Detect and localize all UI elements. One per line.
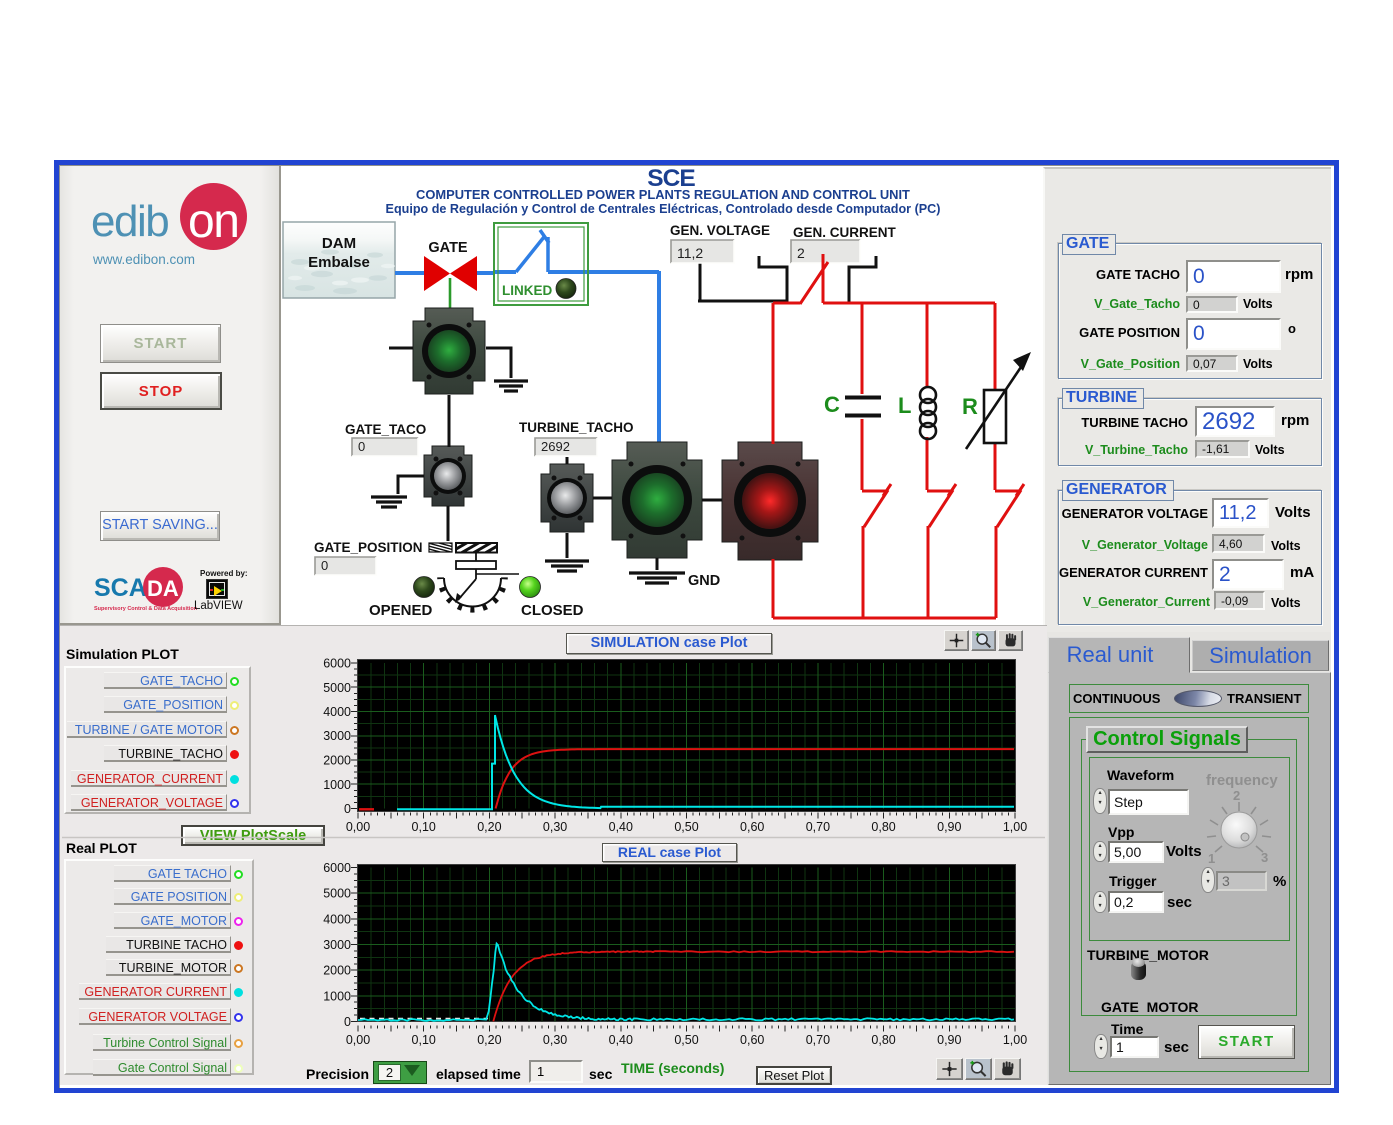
svg-text:0,30: 0,30 [543, 820, 567, 834]
svg-text:0,10: 0,10 [412, 1033, 436, 1047]
svg-text:5000: 5000 [323, 681, 351, 695]
svg-text:LINKED: LINKED [502, 283, 553, 298]
svg-text:0,60: 0,60 [740, 1033, 764, 1047]
svg-text:6000: 6000 [323, 861, 351, 875]
svg-text:11,2: 11,2 [677, 245, 703, 261]
svg-text:GND: GND [688, 573, 720, 589]
svg-text:Embalse: Embalse [308, 254, 370, 271]
svg-text:0,80: 0,80 [871, 1033, 895, 1047]
svg-text:2692: 2692 [541, 439, 570, 454]
svg-text:0: 0 [344, 802, 351, 816]
svg-text:2000: 2000 [323, 964, 351, 978]
svg-text:DAM: DAM [322, 235, 356, 252]
svg-text:0,50: 0,50 [674, 1033, 698, 1047]
svg-text:GEN. VOLTAGE: GEN. VOLTAGE [670, 223, 770, 238]
svg-text:4000: 4000 [323, 705, 351, 719]
svg-text:GATE_TACO: GATE_TACO [345, 422, 426, 437]
svg-text:0,10: 0,10 [412, 820, 436, 834]
svg-text:0,60: 0,60 [740, 820, 764, 834]
svg-text:Equipo de Regulación y Control: Equipo de Regulación y Control de Centra… [386, 202, 941, 216]
svg-text:R: R [962, 394, 978, 419]
svg-text:4000: 4000 [323, 912, 351, 926]
svg-text:0,70: 0,70 [806, 1033, 830, 1047]
svg-text:0,20: 0,20 [477, 1033, 501, 1047]
svg-text:1000: 1000 [323, 778, 351, 792]
svg-text:0,70: 0,70 [806, 820, 830, 834]
svg-text:2: 2 [797, 245, 805, 261]
svg-text:0,00: 0,00 [346, 1033, 370, 1047]
svg-text:L: L [898, 393, 911, 418]
svg-text:3000: 3000 [323, 938, 351, 952]
svg-text:CLOSED: CLOSED [521, 602, 584, 619]
svg-text:0,40: 0,40 [609, 820, 633, 834]
svg-text:6000: 6000 [323, 657, 351, 671]
svg-text:1000: 1000 [323, 989, 351, 1003]
svg-text:0: 0 [344, 1015, 351, 1029]
svg-text:TURBINE_TACHO: TURBINE_TACHO [519, 420, 634, 435]
svg-text:0,40: 0,40 [609, 1033, 633, 1047]
svg-text:1,00: 1,00 [1003, 820, 1027, 834]
svg-text:OPENED: OPENED [369, 602, 433, 619]
svg-text:GATE_POSITION: GATE_POSITION [314, 540, 423, 555]
svg-text:5000: 5000 [323, 887, 351, 901]
svg-text:GEN. CURRENT: GEN. CURRENT [793, 225, 897, 240]
svg-text:2000: 2000 [323, 754, 351, 768]
svg-text:0,30: 0,30 [543, 1033, 567, 1047]
svg-text:3000: 3000 [323, 729, 351, 743]
svg-text:0,50: 0,50 [674, 820, 698, 834]
svg-text:0,80: 0,80 [871, 820, 895, 834]
svg-text:0,90: 0,90 [937, 1033, 961, 1047]
svg-text:GATE: GATE [428, 240, 468, 256]
svg-text:0,90: 0,90 [937, 820, 961, 834]
svg-text:0,00: 0,00 [346, 820, 370, 834]
svg-text:0,20: 0,20 [477, 820, 501, 834]
svg-text:0: 0 [321, 558, 328, 573]
svg-text:1,00: 1,00 [1003, 1033, 1027, 1047]
svg-text:COMPUTER CONTROLLED POWER PLAN: COMPUTER CONTROLLED POWER PLANTS REGULAT… [416, 187, 910, 202]
svg-text:0: 0 [358, 439, 365, 454]
svg-text:C: C [824, 392, 840, 417]
